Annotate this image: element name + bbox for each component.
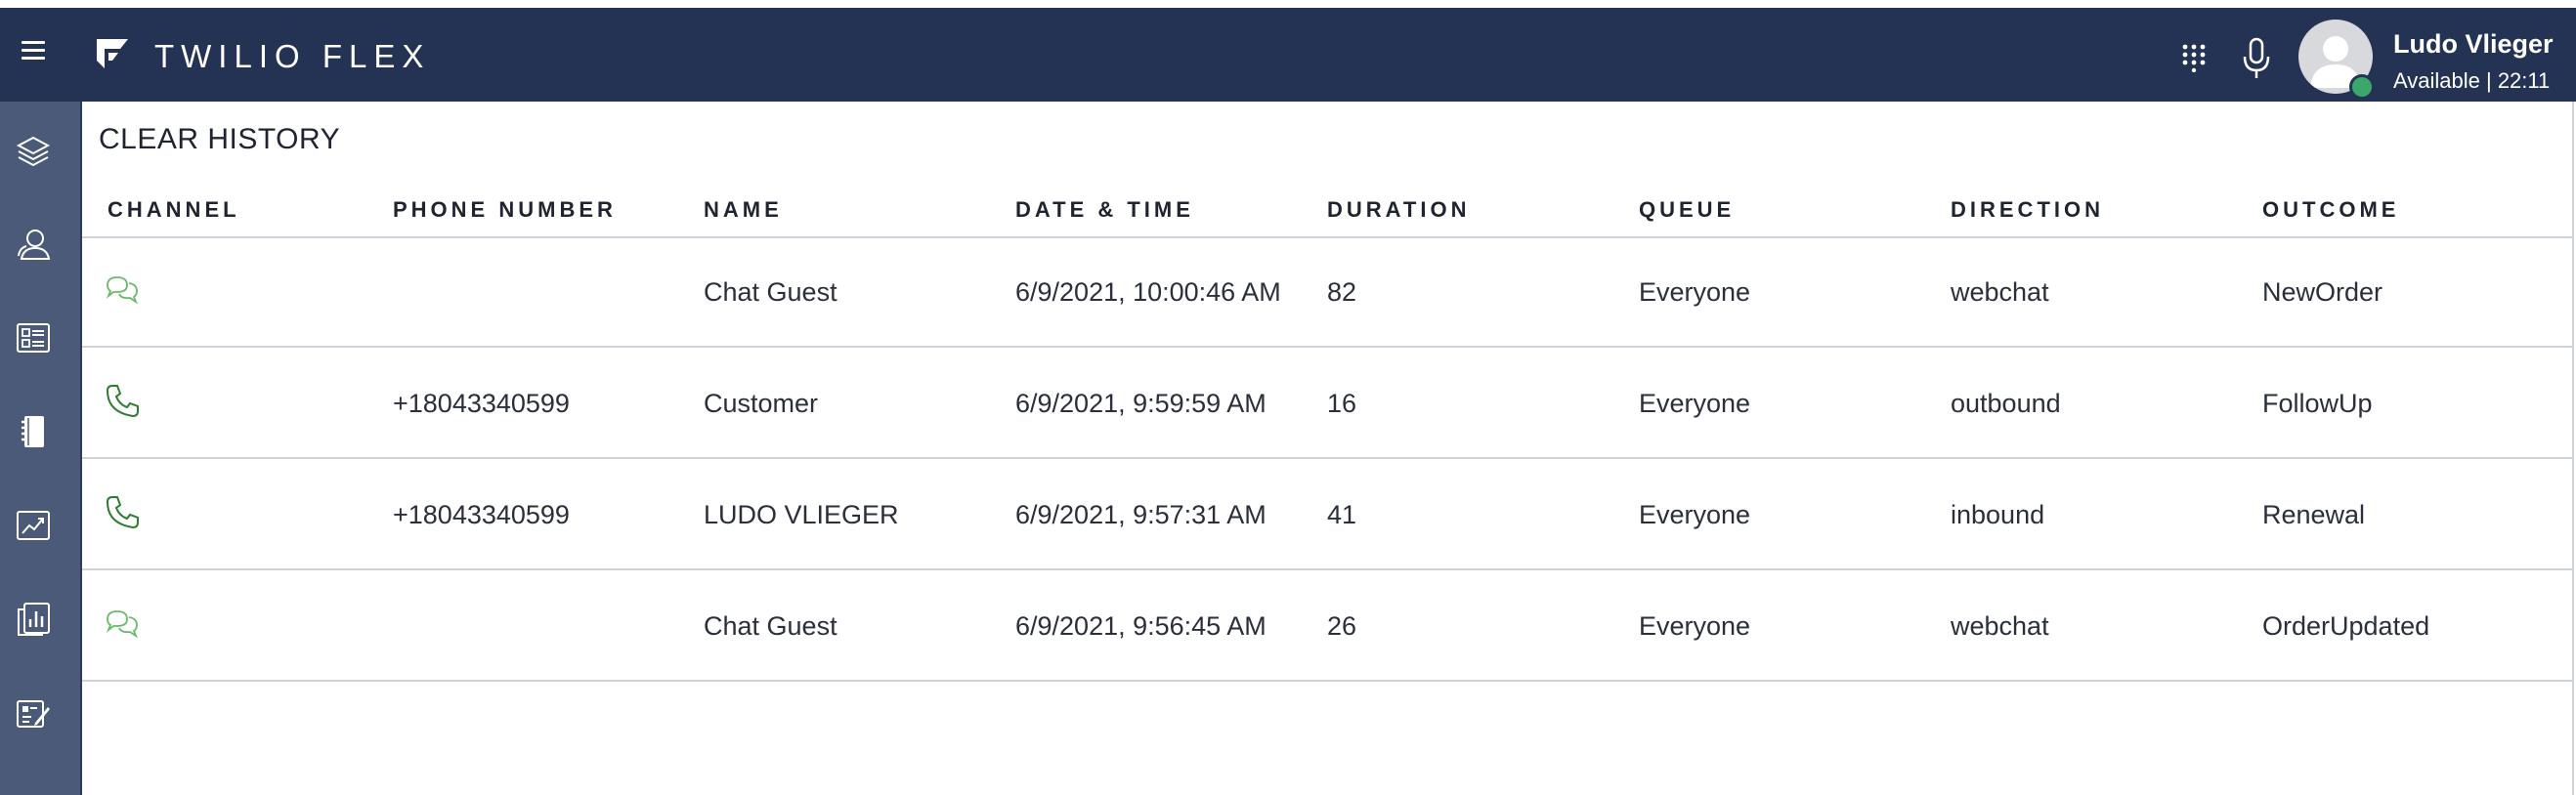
cell-duration: 41 [1327, 500, 1357, 529]
cell-queue: Everyone [1639, 389, 1751, 418]
cell-datetime: 6/9/2021, 10:00:46 AM [1015, 277, 1281, 307]
cell-name: Chat Guest [704, 277, 837, 307]
cell-direction: outbound [1951, 389, 2061, 418]
cell-name: LUDO VLIEGER [704, 500, 899, 529]
microphone-icon[interactable] [2242, 37, 2271, 80]
reports-icon [18, 603, 50, 636]
cell-queue: Everyone [1639, 277, 1751, 307]
sidebar-item-layers[interactable] [0, 115, 80, 186]
dialpad-icon[interactable] [2181, 43, 2207, 72]
cell-name: Customer [704, 389, 819, 418]
cell-datetime: 6/9/2021, 9:59:59 AM [1015, 389, 1267, 418]
cell-phone: +18043340599 [393, 389, 570, 418]
sidebar-item-contacts[interactable] [0, 303, 80, 373]
table-row[interactable]: +18043340599 LUDO VLIEGER 6/9/2021, 9:57… [82, 459, 2572, 570]
sidebar [0, 102, 80, 795]
sidebar-item-edit-form[interactable] [0, 678, 80, 748]
twilio-flex-logo-icon [97, 39, 128, 68]
sidebar-item-analytics[interactable] [0, 490, 80, 561]
availability-status-dot [2349, 74, 2375, 100]
panel-right-border [2572, 102, 2574, 795]
cell-queue: Everyone [1639, 611, 1751, 641]
cell-duration: 16 [1327, 389, 1357, 418]
column-header-outcome: OUTCOME [2262, 197, 2400, 222]
phone-icon [106, 496, 139, 529]
table-row[interactable]: +18043340599 Customer 6/9/2021, 9:59:59 … [82, 348, 2572, 459]
cell-name: Chat Guest [704, 611, 837, 641]
analytics-chart-icon [17, 511, 50, 540]
cell-duration: 82 [1327, 277, 1357, 307]
layers-icon [16, 136, 51, 167]
brand-name: TWILIO FLEX [154, 38, 431, 74]
cell-direction: webchat [1951, 611, 2049, 641]
column-header-channel: CHANNEL [107, 197, 240, 222]
cell-outcome: FollowUp [2262, 389, 2373, 418]
column-header-date-time: DATE & TIME [1015, 197, 1194, 222]
sidebar-item-notebook[interactable] [0, 397, 80, 467]
edit-form-icon [17, 700, 50, 728]
top-strip [0, 0, 2576, 8]
agents-icon [18, 230, 51, 260]
user-name[interactable]: Ludo Vlieger [2393, 29, 2554, 60]
chat-bubbles-icon [106, 276, 138, 305]
sidebar-item-agents[interactable] [0, 209, 80, 279]
clear-history-button[interactable]: CLEAR HISTORY [99, 123, 340, 156]
cell-outcome: OrderUpdated [2262, 611, 2430, 641]
column-header-phone-number: PHONE NUMBER [393, 197, 617, 222]
cell-direction: inbound [1951, 500, 2045, 529]
notebook-icon [21, 416, 44, 447]
cell-datetime: 6/9/2021, 9:56:45 AM [1015, 611, 1267, 641]
table-row[interactable]: Chat Guest 6/9/2021, 9:56:45 AM 26 Every… [82, 570, 2572, 682]
cell-duration: 26 [1327, 611, 1357, 641]
table-header: CHANNEL PHONE NUMBER NAME DATE & TIME DU… [82, 193, 2572, 238]
cell-queue: Everyone [1639, 500, 1751, 529]
column-header-direction: DIRECTION [1951, 197, 2104, 222]
contact-card-icon [17, 323, 50, 353]
cell-outcome: NewOrder [2262, 277, 2383, 307]
history-panel: CLEAR HISTORY CHANNEL PHONE NUMBER NAME … [82, 102, 2572, 795]
sidebar-item-reports[interactable] [0, 584, 80, 654]
cell-outcome: Renewal [2262, 500, 2366, 529]
phone-icon [106, 385, 139, 418]
column-header-duration: DURATION [1327, 197, 1471, 222]
chat-bubbles-icon [106, 610, 138, 639]
cell-phone: +18043340599 [393, 500, 570, 529]
hamburger-menu-icon[interactable] [21, 41, 45, 61]
cell-datetime: 6/9/2021, 9:57:31 AM [1015, 500, 1267, 529]
cell-direction: webchat [1951, 277, 2049, 307]
user-status[interactable]: Available | 22:11 [2393, 68, 2550, 94]
column-header-name: NAME [704, 197, 783, 222]
table-row[interactable]: Chat Guest 6/9/2021, 10:00:46 AM 82 Ever… [82, 236, 2572, 348]
column-header-queue: QUEUE [1639, 197, 1736, 222]
app-header: TWILIO FLEX Ludo Vlieger Available | 22:… [0, 8, 2576, 102]
